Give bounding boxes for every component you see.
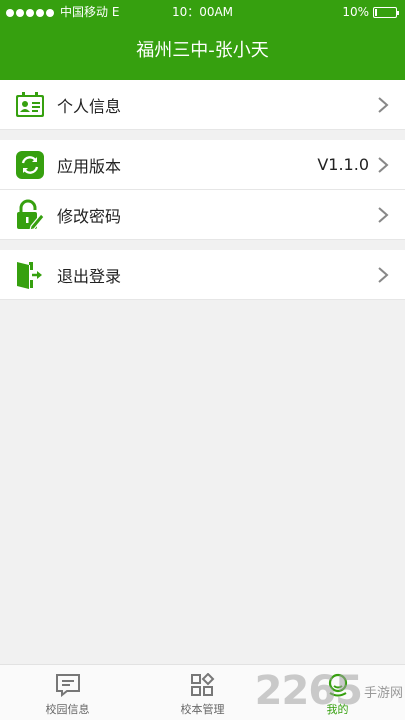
app-group: 应用版本 V1.1.0 修改密码 <box>0 140 405 240</box>
tab-mine[interactable]: 我的 <box>270 665 405 720</box>
chevron-right-icon <box>378 156 389 173</box>
id-card-icon <box>15 90 45 120</box>
version-row[interactable]: 应用版本 V1.1.0 <box>0 140 405 190</box>
change-password-row[interactable]: 修改密码 <box>0 190 405 240</box>
tab-school-management[interactable]: 校本管理 <box>135 665 270 720</box>
battery-icon <box>373 7 399 18</box>
version-label: 应用版本 <box>57 156 122 176</box>
logout-group: 退出登录 <box>0 250 405 300</box>
status-bar: 中国移动 E 10：00AM 10% <box>0 0 405 25</box>
battery-percent: 10% <box>342 5 369 19</box>
version-value: V1.1.0 <box>317 155 369 174</box>
refresh-icon <box>15 150 45 180</box>
tab-campus-info-label: 校园信息 <box>45 703 90 716</box>
bottom-tab-bar: 校园信息 校本管理 我的 <box>0 664 405 720</box>
chevron-right-icon <box>378 96 389 113</box>
user-icon <box>328 673 347 697</box>
page-title: 福州三中-张小天 <box>136 40 269 61</box>
profile-row[interactable]: 个人信息 <box>0 80 405 130</box>
tab-school-management-label: 校本管理 <box>180 703 225 716</box>
change-password-label: 修改密码 <box>57 206 122 226</box>
tab-mine-label: 我的 <box>326 703 349 716</box>
exit-door-icon <box>15 260 45 290</box>
profile-label: 个人信息 <box>57 96 122 116</box>
app-header: 中国移动 E 10：00AM 10% 福州三中-张小天 <box>0 0 405 80</box>
lock-edit-icon <box>15 199 45 231</box>
grid-icon <box>190 673 214 696</box>
logout-label: 退出登录 <box>57 266 122 286</box>
tab-campus-info[interactable]: 校园信息 <box>0 665 135 720</box>
chevron-right-icon <box>378 206 389 223</box>
settings-content: 个人信息 应用版本 V1.1.0 修改密码 退出登录 <box>0 80 405 664</box>
chevron-right-icon <box>378 266 389 283</box>
logout-row[interactable]: 退出登录 <box>0 250 405 300</box>
profile-group: 个人信息 <box>0 80 405 130</box>
message-icon <box>55 674 80 697</box>
battery-indicator: 10% <box>342 0 399 25</box>
